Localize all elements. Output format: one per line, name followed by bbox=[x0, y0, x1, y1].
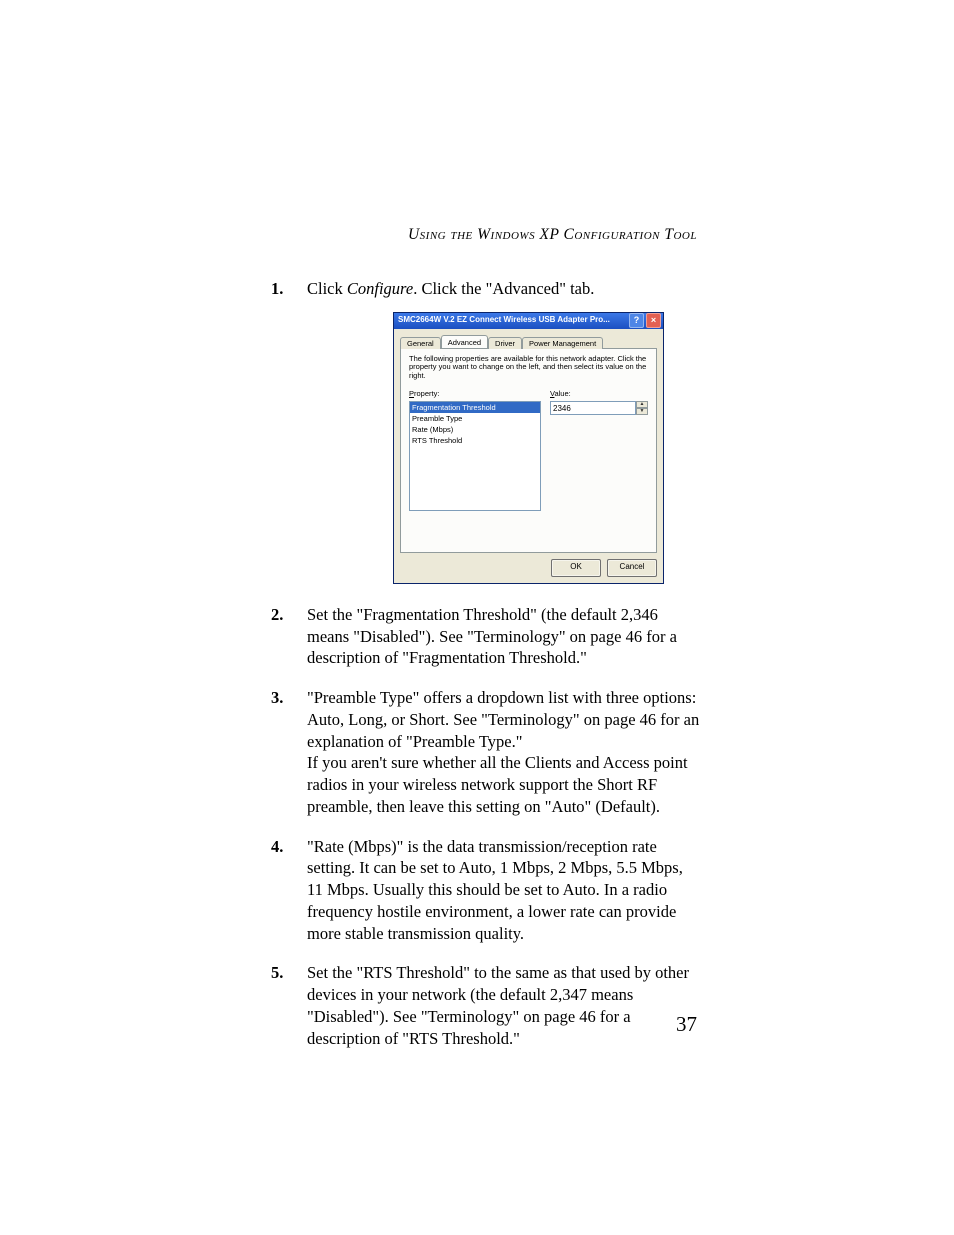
properties-dialog: SMC2664W V.2 EZ Connect Wireless USB Ada… bbox=[393, 312, 664, 584]
tabstrip: General Advanced Driver Power Management bbox=[400, 333, 657, 349]
tab-panel-advanced: The following properties are available f… bbox=[400, 349, 657, 553]
value-input[interactable]: 2346 bbox=[550, 401, 636, 415]
list-item[interactable]: Preamble Type bbox=[410, 413, 540, 424]
step-number: 4. bbox=[271, 836, 283, 858]
value-spinner[interactable]: ▲ ▼ bbox=[636, 401, 648, 415]
step-text: Set the "RTS Threshold" to the same as t… bbox=[307, 963, 689, 1047]
property-label: Property: bbox=[409, 389, 542, 399]
tab-general[interactable]: General bbox=[400, 337, 441, 349]
spin-up-icon[interactable]: ▲ bbox=[636, 401, 648, 408]
close-icon[interactable]: × bbox=[646, 313, 661, 328]
cancel-button[interactable]: Cancel bbox=[607, 559, 657, 577]
list-item[interactable]: RTS Threshold bbox=[410, 435, 540, 446]
step-number: 2. bbox=[271, 604, 283, 626]
running-head: Using the Windows XP Configuration Tool bbox=[408, 226, 697, 244]
help-icon[interactable]: ? bbox=[629, 313, 644, 328]
tab-advanced[interactable]: Advanced bbox=[441, 335, 488, 348]
main-content: 1. Click Configure. Click the "Advanced"… bbox=[271, 278, 701, 1068]
titlebar: SMC2664W V.2 EZ Connect Wireless USB Ada… bbox=[394, 313, 663, 329]
step-5: 5. Set the "RTS Threshold" to the same a… bbox=[271, 962, 701, 1049]
window-title: SMC2664W V.2 EZ Connect Wireless USB Ada… bbox=[398, 315, 610, 326]
step-3: 3. "Preamble Type" offers a dropdown lis… bbox=[271, 687, 701, 818]
list-item[interactable]: Fragmentation Threshold bbox=[410, 402, 540, 413]
page-number: 37 bbox=[676, 1012, 697, 1037]
step-text: "Rate (Mbps)" is the data transmission/r… bbox=[307, 837, 683, 943]
tab-driver[interactable]: Driver bbox=[488, 337, 522, 349]
step-1: 1. Click Configure. Click the "Advanced"… bbox=[271, 278, 701, 584]
spin-down-icon[interactable]: ▼ bbox=[636, 408, 648, 415]
tab-power-management[interactable]: Power Management bbox=[522, 337, 603, 349]
step-number: 5. bbox=[271, 962, 283, 984]
dialog-description: The following properties are available f… bbox=[409, 355, 648, 381]
ok-button[interactable]: OK bbox=[551, 559, 601, 577]
step-text: Set the "Fragmentation Threshold" (the d… bbox=[307, 605, 677, 668]
value-label: Value: bbox=[550, 389, 648, 399]
step-4: 4. "Rate (Mbps)" is the data transmissio… bbox=[271, 836, 701, 945]
list-item[interactable]: Rate (Mbps) bbox=[410, 424, 540, 435]
step-number: 3. bbox=[271, 687, 283, 709]
step-number: 1. bbox=[271, 278, 283, 300]
step-2: 2. Set the "Fragmentation Threshold" (th… bbox=[271, 604, 701, 669]
property-listbox[interactable]: Fragmentation Threshold Preamble Type Ra… bbox=[409, 401, 541, 511]
step-text: "Preamble Type" offers a dropdown list w… bbox=[307, 688, 699, 816]
step-text: Click Configure. Click the "Advanced" ta… bbox=[307, 279, 594, 298]
